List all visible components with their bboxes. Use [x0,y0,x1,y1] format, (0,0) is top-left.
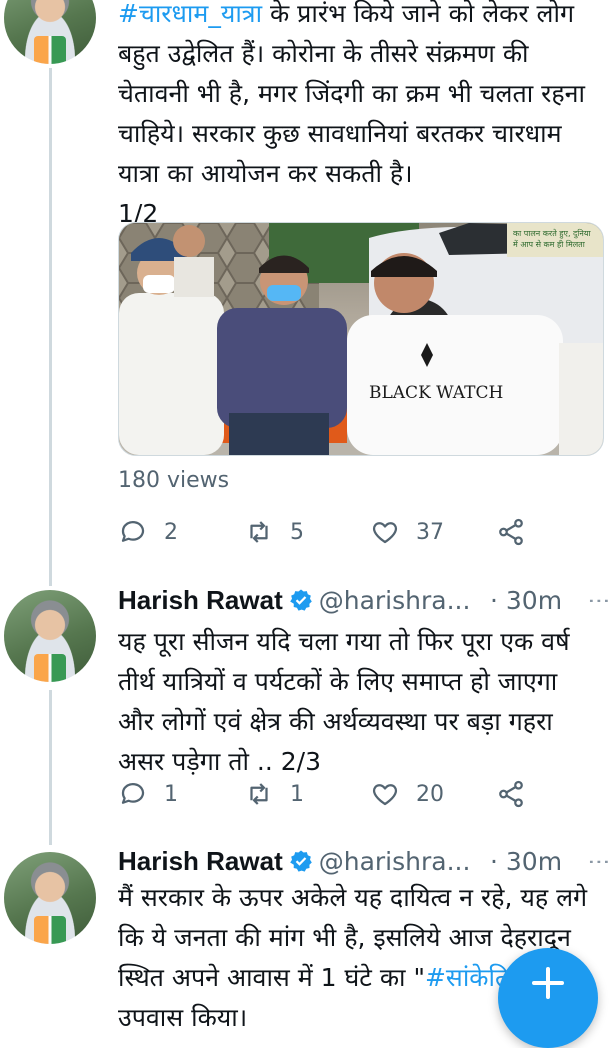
verified-badge-icon [289,589,312,611]
like-count: 37 [416,519,444,545]
photo-illustration: का पालन करते हुए, दुनिया में आप से कम ही… [119,223,603,455]
compose-button[interactable] [498,948,598,1048]
tweet-2-actions: 1 1 20 [118,774,538,814]
avatar[interactable] [4,852,96,944]
sign-text-1: का पालन करते हुए, दुनिया [513,228,591,239]
retweet-button[interactable]: 5 [244,512,304,552]
like-count: 20 [416,781,444,807]
tweet-time[interactable]: · 30m [490,847,562,876]
retweet-count: 5 [290,519,304,545]
thread-line-3 [49,690,52,845]
tweet-2-text: यह पूरा सीजन यदि चला गया तो फिर पूरा एक … [118,627,570,776]
like-button[interactable]: 37 [370,512,444,552]
retweet-icon [250,783,268,805]
author-handle[interactable]: @harishra... [319,586,471,615]
more-options-icon[interactable]: ⋮ [586,590,610,610]
hashtag-link[interactable]: #सांकेति [425,963,509,992]
retweet-icon [250,521,268,543]
author-name[interactable]: Harish Rawat [118,585,283,616]
more-options-icon[interactable]: ⋮ [586,851,610,871]
shirt-text: BLACK WATCH [369,383,503,403]
reply-button[interactable]: 2 [118,512,178,552]
retweet-button[interactable]: 1 [244,774,304,814]
reply-count: 2 [164,519,178,545]
tweet-2-header: Harish Rawat @harishra... · 30m ⋮ [118,582,610,618]
share-button[interactable] [496,512,542,552]
tweet-1-text: #चारधाम_यात्रा के प्रारंभ किये जाने को ल… [118,0,586,228]
tweet-3-header: Harish Rawat @harishra... · 30m ⋮ [118,843,610,879]
tweet-image[interactable]: का पालन करते हुए, दुनिया में आप से कम ही… [118,222,604,456]
hashtag-link[interactable]: #चारधाम_यात्रा [118,0,262,28]
author-handle[interactable]: @harishra... [319,847,471,876]
reply-icon [121,521,145,542]
verified-badge-icon [289,850,312,872]
avatar[interactable] [4,590,96,682]
sign-text-2: में आप से कम ही मिलता [513,239,586,249]
retweet-count: 1 [290,781,304,807]
share-icon [499,780,523,808]
thread-line-2 [49,68,52,586]
heart-icon [372,784,398,806]
compose-plus-icon [532,967,564,999]
tweet-time[interactable]: · 30m [490,586,562,615]
avatar[interactable] [4,0,96,64]
tweet-1-actions: 2 5 37 [118,512,538,552]
author-name[interactable]: Harish Rawat [118,846,283,877]
share-icon [499,518,523,546]
reply-icon [121,783,145,804]
share-button[interactable] [496,774,542,814]
reply-button[interactable]: 1 [118,774,178,814]
heart-icon [372,522,398,544]
views-count: 180 views [118,468,230,493]
reply-count: 1 [164,781,178,807]
like-button[interactable]: 20 [370,774,444,814]
